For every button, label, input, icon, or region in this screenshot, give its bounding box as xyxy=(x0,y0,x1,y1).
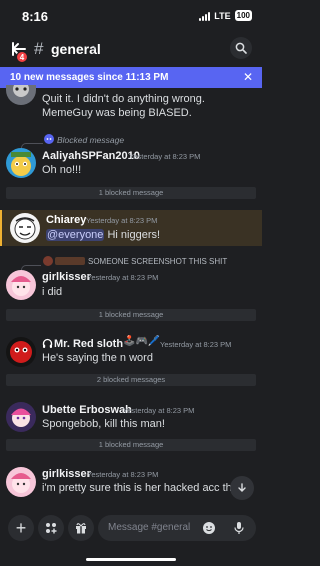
avatar[interactable] xyxy=(6,337,36,367)
channel-hash-icon: # xyxy=(34,39,44,58)
headphones-icon xyxy=(42,338,53,348)
timestamp: Yesterday at 8:23 PM xyxy=(87,273,159,282)
timestamp: Yesterday at 8:23 PM xyxy=(87,470,159,479)
gift-icon xyxy=(76,523,86,534)
apps-button[interactable] xyxy=(38,515,64,541)
blocked-label: 1 blocked message xyxy=(98,440,164,449)
chevron-right-icon[interactable]: › xyxy=(92,40,96,55)
attach-button[interactable]: + xyxy=(8,515,34,541)
blocked-message-bar[interactable]: 2 blocked messages xyxy=(6,374,256,386)
search-button[interactable] xyxy=(230,37,252,59)
reply-avatar-icon xyxy=(43,256,53,266)
plus-icon: + xyxy=(15,518,27,538)
battery-icon: 100 xyxy=(234,10,252,21)
close-icon[interactable]: ✕ xyxy=(243,70,253,84)
gift-button[interactable] xyxy=(68,515,94,541)
author-name[interactable]: Ubette Erboswah xyxy=(42,404,132,416)
timestamp: Yesterday at 8:23 PM xyxy=(123,406,195,415)
message-text: He's saying the n word xyxy=(42,352,153,364)
message-text: Quit it. I didn't do anything wrong. Mem… xyxy=(42,93,205,119)
message-placeholder: Message #general xyxy=(108,522,191,533)
author-name[interactable]: girlkisser xyxy=(42,271,91,283)
message-text: i did xyxy=(42,286,63,298)
message-text: Spongebob, kill this man! xyxy=(42,418,165,430)
avatar[interactable] xyxy=(6,148,36,178)
avatar[interactable] xyxy=(6,85,36,105)
blocked-message-bar[interactable]: 1 blocked message xyxy=(6,309,256,321)
blocked-label: 1 blocked message xyxy=(98,310,164,319)
reply-icon xyxy=(55,257,85,265)
unread-badge: 4 xyxy=(16,51,28,63)
author-name[interactable]: Mr. Red sloth xyxy=(54,338,123,350)
signal-icon xyxy=(199,11,211,21)
everyone-mention[interactable]: @everyone xyxy=(46,229,105,241)
blocked-message-bar[interactable]: 1 blocked message xyxy=(6,187,256,199)
message-input[interactable]: Message #general xyxy=(98,515,256,541)
home-indicator xyxy=(86,558,176,561)
new-messages-text: 10 new messages since 11:13 PM xyxy=(10,72,169,83)
author-decoration: 🕹️🎮🖊️ xyxy=(123,336,161,347)
avatar[interactable] xyxy=(10,213,40,243)
reply-preview[interactable]: SOMEONE SCREENSHOT THIS SHIT xyxy=(88,257,227,266)
arrow-down-icon xyxy=(238,483,246,492)
discord-icon xyxy=(44,134,54,144)
network-label: LTE xyxy=(214,10,231,21)
emoji-icon[interactable] xyxy=(202,521,216,535)
avatar[interactable] xyxy=(6,270,36,300)
reply-preview[interactable]: Blocked message xyxy=(57,135,124,145)
status-indicators: LTE 100 xyxy=(199,10,252,21)
blocked-label: 2 blocked messages xyxy=(96,375,166,384)
search-icon xyxy=(235,42,247,54)
avatar[interactable] xyxy=(6,402,36,432)
status-bar: 8:16 LTE 100 xyxy=(0,0,262,32)
blocked-message-bar[interactable]: 1 blocked message xyxy=(6,439,256,451)
message-text: @everyone Hi niggers! xyxy=(46,228,160,242)
message-body: Hi niggers! xyxy=(107,229,161,241)
timestamp: Yesterday at 8:23 PM xyxy=(129,152,201,161)
scroll-to-bottom-button[interactable] xyxy=(230,476,254,500)
message-composer: + Message #general xyxy=(0,509,262,547)
channel-header: 4 # general › xyxy=(0,32,262,66)
blocked-label: 1 blocked message xyxy=(98,188,164,197)
message-text: i'm pretty sure this is her hacked acc t… xyxy=(42,482,238,494)
new-messages-banner[interactable]: 10 new messages since 11:13 PM ✕ xyxy=(0,67,262,88)
apps-icon xyxy=(46,523,57,534)
avatar[interactable] xyxy=(6,467,36,497)
microphone-icon[interactable] xyxy=(233,521,245,535)
status-time: 8:16 xyxy=(22,9,49,24)
author-name[interactable]: girlkisser xyxy=(42,468,91,480)
message-text: Oh no!!! xyxy=(42,164,82,176)
author-name[interactable]: Chiarey xyxy=(46,214,86,226)
timestamp: Yesterday at 8:23 PM xyxy=(86,216,158,225)
author-name[interactable]: AaliyahSPFan2010 xyxy=(42,150,140,162)
timestamp: Yesterday at 8:23 PM xyxy=(160,340,232,349)
